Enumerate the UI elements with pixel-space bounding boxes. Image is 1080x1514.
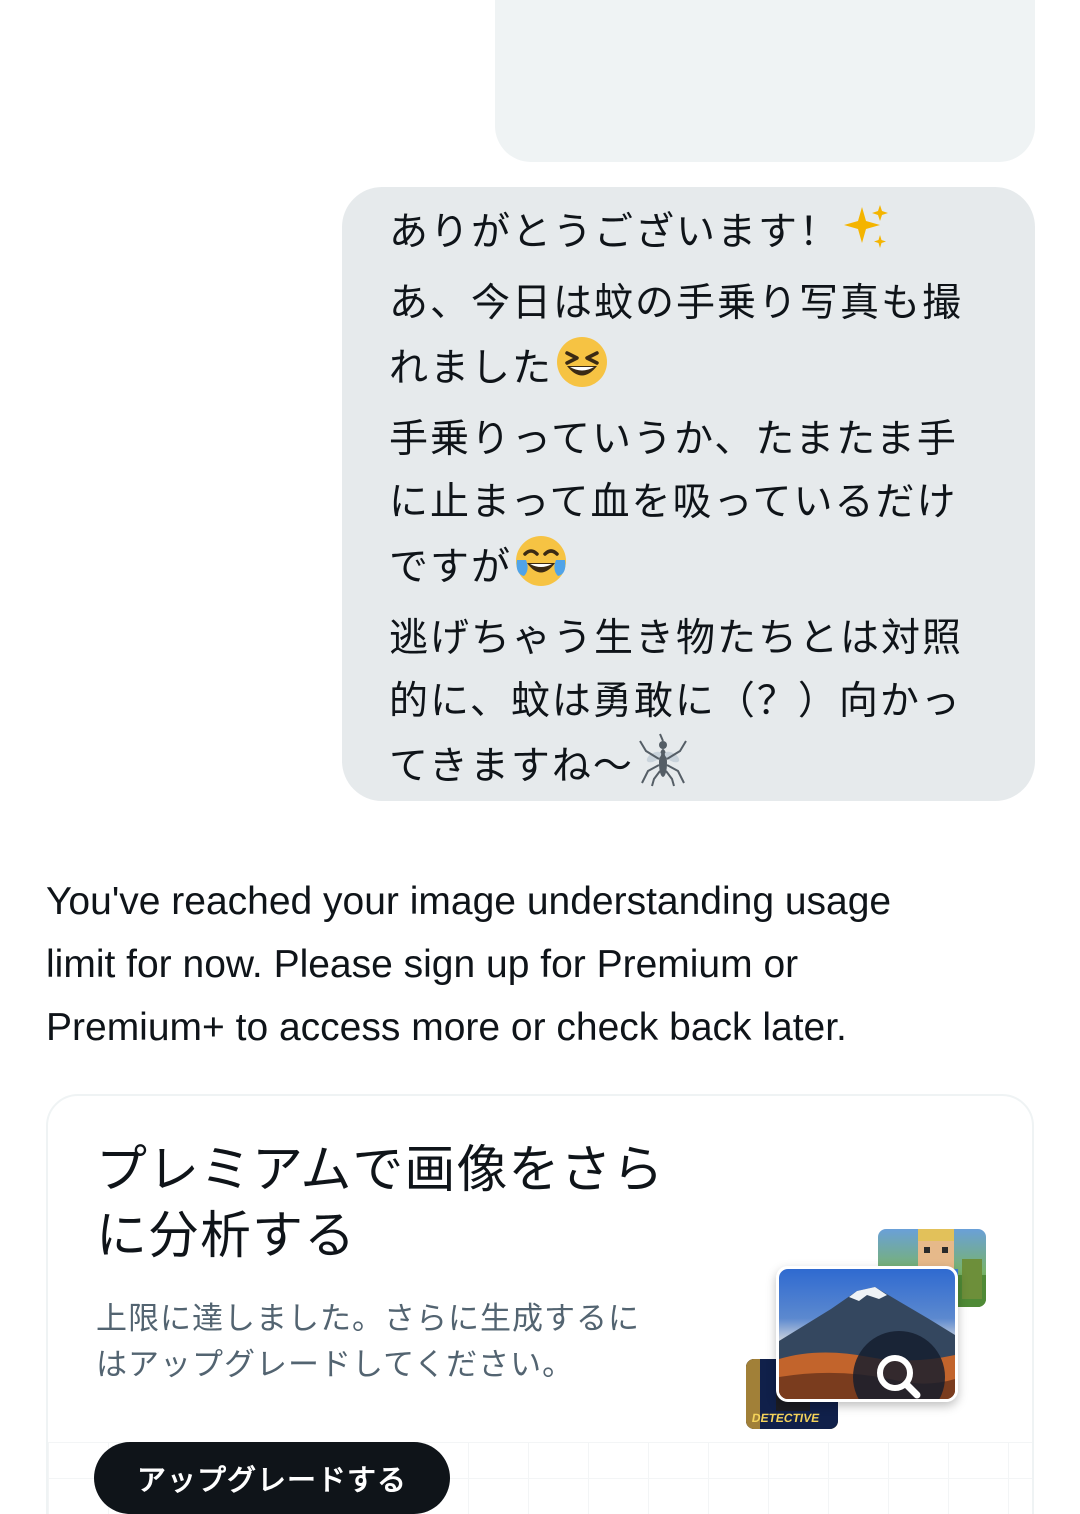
assistant-limit-message: You've reached your image understanding … <box>46 870 1036 1059</box>
detective-thumbnail-label: DETECTIVE <box>750 1411 821 1425</box>
user-message-line: 手乗りっていうか、たまたま手 <box>389 417 958 462</box>
user-message-line: 的に、蚊は勇敢に（？）向かっ <box>389 679 962 724</box>
assistant-message-line: Premium+ to access more or check back la… <box>46 1006 847 1049</box>
image-analysis-illustration: DETECTIVE <box>742 1224 992 1434</box>
upgrade-button[interactable]: アップグレードする <box>94 1442 450 1514</box>
premium-card-title: プレミアムで画像をさら に分析する <box>96 1141 665 1266</box>
premium-card-subtitle: 上限に達しました。さらに生成するに はアップグレードしてください。 <box>96 1301 640 1383</box>
user-message-line: 逃げちゃう生き物たちとは対照 <box>389 616 964 661</box>
assistant-message-line: You've reached your image understanding … <box>46 880 892 923</box>
user-message-line: ですが <box>389 534 1005 607</box>
user-message-bubble: ありがとうございます！ あ、今日は蚊の手乗り写真も撮 れました 手乗りっていうか… <box>342 187 1035 801</box>
search-icon <box>853 1331 945 1399</box>
grinning-squinting-face-emoji-icon <box>555 335 609 408</box>
user-message-line: れました <box>389 335 1005 408</box>
premium-upsell-card: プレミアムで画像をさら に分析する 上限に達しました。さらに生成するに はアップ… <box>46 1094 1034 1514</box>
mountain-photo-thumbnail <box>776 1266 958 1402</box>
face-with-tears-of-joy-emoji-icon <box>514 534 568 607</box>
user-message-line: に止まって血を吸っているだけ <box>389 480 958 525</box>
user-message-line: ありがとうございます！ <box>389 201 1005 272</box>
user-message-line: てきますね〜 <box>389 733 1005 806</box>
mosquito-emoji-icon <box>636 733 690 806</box>
chat-screen: ありがとうございます！ あ、今日は蚊の手乗り写真も撮 れました 手乗りっていうか… <box>0 0 1080 1514</box>
sparkles-emoji-icon <box>842 203 892 272</box>
previous-user-message-bubble <box>495 0 1035 162</box>
assistant-message-line: limit for now. Please sign up for Premiu… <box>46 943 799 986</box>
user-message-line: あ、今日は蚊の手乗り写真も撮 <box>389 281 964 326</box>
